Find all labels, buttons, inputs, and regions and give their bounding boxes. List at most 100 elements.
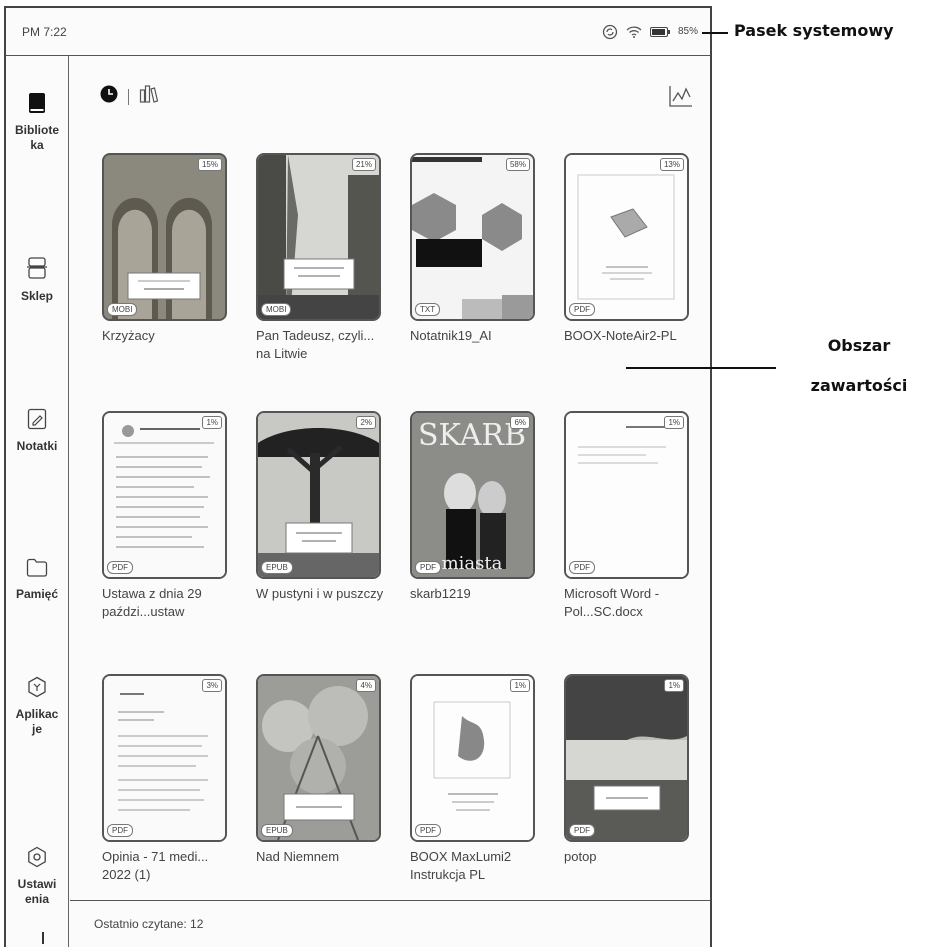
book-cover: 1% PDF bbox=[564, 411, 689, 579]
book-item[interactable]: 15% MOBI Krzyżacy bbox=[102, 153, 232, 345]
apps-icon bbox=[27, 676, 47, 703]
format-badge: PDF bbox=[569, 824, 595, 837]
book-cover: 4% EPUB bbox=[256, 674, 381, 842]
sidebar-item-storage[interactable]: Pamięć bbox=[6, 558, 68, 602]
book-title: Microsoft Word - Pol...SC.docx bbox=[564, 586, 660, 619]
progress-badge: 2% bbox=[356, 416, 376, 429]
wifi-icon[interactable] bbox=[626, 25, 642, 39]
book-item[interactable]: 1% PDF Microsoft Word - Pol...SC.docx bbox=[564, 411, 694, 621]
progress-badge: 13% bbox=[659, 158, 684, 171]
book-item[interactable]: 1% PDF BOOX MaxLumi2 Instrukcja PL bbox=[410, 674, 540, 884]
book-item[interactable]: 1% PDF Ustawa z dnia 29 paździ...ustaw bbox=[102, 411, 232, 621]
sidebar-item-apps[interactable]: Aplikac je bbox=[6, 676, 68, 737]
sidebar-marker bbox=[42, 932, 44, 944]
content-area: 15% MOBI Krzyżacy 21% MOBI Pan Tadeusz, … bbox=[70, 56, 710, 947]
navigation-sidebar: Bibliote ka Sklep Notatki Pamięć Aplikac… bbox=[6, 56, 69, 947]
book-item[interactable]: 3% PDF Opinia - 71 medi... 2022 (1) bbox=[102, 674, 232, 884]
progress-badge: 1% bbox=[202, 416, 222, 429]
format-badge: PDF bbox=[415, 824, 441, 837]
cover-art-blossom bbox=[258, 676, 379, 840]
format-badge: EPUB bbox=[261, 824, 293, 837]
sidebar-item-label: Notatki bbox=[16, 439, 58, 453]
folder-icon bbox=[26, 558, 48, 583]
book-title: Ustawa z dnia 29 paździ...ustaw bbox=[102, 586, 202, 619]
progress-badge: 15% bbox=[197, 158, 222, 171]
recently-read-count: Ostatnio czytane: 12 bbox=[94, 917, 204, 931]
progress-badge: 1% bbox=[664, 416, 684, 429]
status-time: PM 7:22 bbox=[22, 24, 67, 39]
book-cover: 21% MOBI bbox=[256, 153, 381, 321]
book-title: BOOX MaxLumi2 Instrukcja PL bbox=[410, 849, 512, 882]
format-badge: PDF bbox=[569, 303, 595, 316]
cover-art-document bbox=[104, 413, 225, 577]
format-badge: PDF bbox=[107, 824, 133, 837]
book-cover: 1% PDF bbox=[564, 674, 689, 842]
library-icon bbox=[27, 92, 47, 119]
book-title: skarb1219 bbox=[410, 586, 471, 601]
book-item[interactable]: 1% PDF potop bbox=[564, 674, 694, 866]
format-badge: PDF bbox=[415, 561, 441, 574]
sidebar-item-settings[interactable]: Ustawi enia bbox=[6, 846, 68, 907]
sidebar-item-library[interactable]: Bibliote ka bbox=[6, 92, 68, 153]
book-item[interactable]: 4% EPUB Nad Niemnem bbox=[256, 674, 386, 866]
sidebar-item-label: Aplikac je bbox=[15, 707, 59, 736]
battery-level: 85% bbox=[677, 26, 698, 37]
chart-icon bbox=[668, 86, 694, 112]
toolbar-divider bbox=[128, 88, 129, 105]
progress-badge: 6% bbox=[510, 416, 530, 429]
format-badge: EPUB bbox=[261, 561, 293, 574]
cover-art-device bbox=[566, 155, 687, 319]
book-item[interactable]: 58% TXT Notatnik19_AI bbox=[410, 153, 540, 345]
book-title: potop bbox=[564, 849, 597, 864]
book-title: Nad Niemnem bbox=[256, 849, 340, 864]
statistics-button[interactable] bbox=[668, 84, 694, 113]
progress-badge: 1% bbox=[664, 679, 684, 692]
progress-badge: 58% bbox=[505, 158, 530, 171]
cover-art-word-doc bbox=[566, 413, 687, 577]
sidebar-item-notes[interactable]: Notatki bbox=[6, 408, 68, 454]
book-title: Pan Tadeusz, czyli... na Litwie bbox=[256, 328, 375, 361]
book-item[interactable]: 21% MOBI Pan Tadeusz, czyli... na Litwie bbox=[256, 153, 386, 363]
sidebar-item-label: Ustawi enia bbox=[17, 877, 57, 906]
sidebar-item-label: Sklep bbox=[20, 289, 53, 303]
book-item[interactable]: SKARB miasta 6% PDF skarb1219 bbox=[410, 411, 540, 603]
battery-icon bbox=[649, 26, 670, 37]
sidebar-item-store[interactable]: Sklep bbox=[6, 256, 68, 304]
book-cover: 15% MOBI bbox=[102, 153, 227, 321]
progress-badge: 21% bbox=[351, 158, 376, 171]
book-title: BOOX-NoteAir2-PL bbox=[564, 328, 677, 343]
book-cover: 3% PDF bbox=[102, 674, 227, 842]
svg-text:miasta: miasta bbox=[442, 553, 503, 574]
book-title: Notatnik19_AI bbox=[410, 328, 492, 343]
book-cover: 58% TXT bbox=[410, 153, 535, 321]
format-badge: MOBI bbox=[261, 303, 292, 316]
sidebar-item-label: Pamięć bbox=[15, 587, 59, 601]
bookshelf-icon[interactable] bbox=[139, 84, 159, 109]
book-title: Opinia - 71 medi... 2022 (1) bbox=[102, 849, 209, 882]
book-title: Krzyżacy bbox=[102, 328, 155, 343]
notes-icon bbox=[27, 408, 47, 435]
store-icon bbox=[26, 256, 48, 285]
format-badge: TXT bbox=[415, 303, 441, 316]
view-toolbar bbox=[100, 84, 159, 109]
book-item[interactable]: 13% PDF BOOX-NoteAir2-PL bbox=[564, 153, 694, 345]
cover-art-magazine: SKARB miasta bbox=[412, 413, 533, 577]
format-badge: MOBI bbox=[107, 303, 138, 316]
book-item[interactable]: 2% EPUB W pustyni i w puszczy bbox=[256, 411, 386, 603]
clock-icon[interactable] bbox=[100, 85, 118, 108]
device-screen: PM 7:22 85% Bibliote ka Sklep Notatki Pa… bbox=[4, 6, 712, 947]
callout-line-content bbox=[626, 367, 776, 369]
cover-art-arches bbox=[104, 155, 225, 319]
settings-icon bbox=[26, 846, 48, 873]
cover-art-form bbox=[104, 676, 225, 840]
cover-art-tree bbox=[258, 413, 379, 577]
sync-icon[interactable] bbox=[602, 24, 618, 40]
progress-badge: 4% bbox=[356, 679, 376, 692]
book-cover: 13% PDF bbox=[564, 153, 689, 321]
progress-badge: 3% bbox=[202, 679, 222, 692]
system-status-bar: PM 7:22 85% bbox=[6, 8, 710, 56]
format-badge: PDF bbox=[107, 561, 133, 574]
progress-badge: 1% bbox=[510, 679, 530, 692]
recent-footer: Ostatnio czytane: 12 bbox=[70, 900, 710, 947]
callout-line-statusbar bbox=[702, 32, 728, 34]
